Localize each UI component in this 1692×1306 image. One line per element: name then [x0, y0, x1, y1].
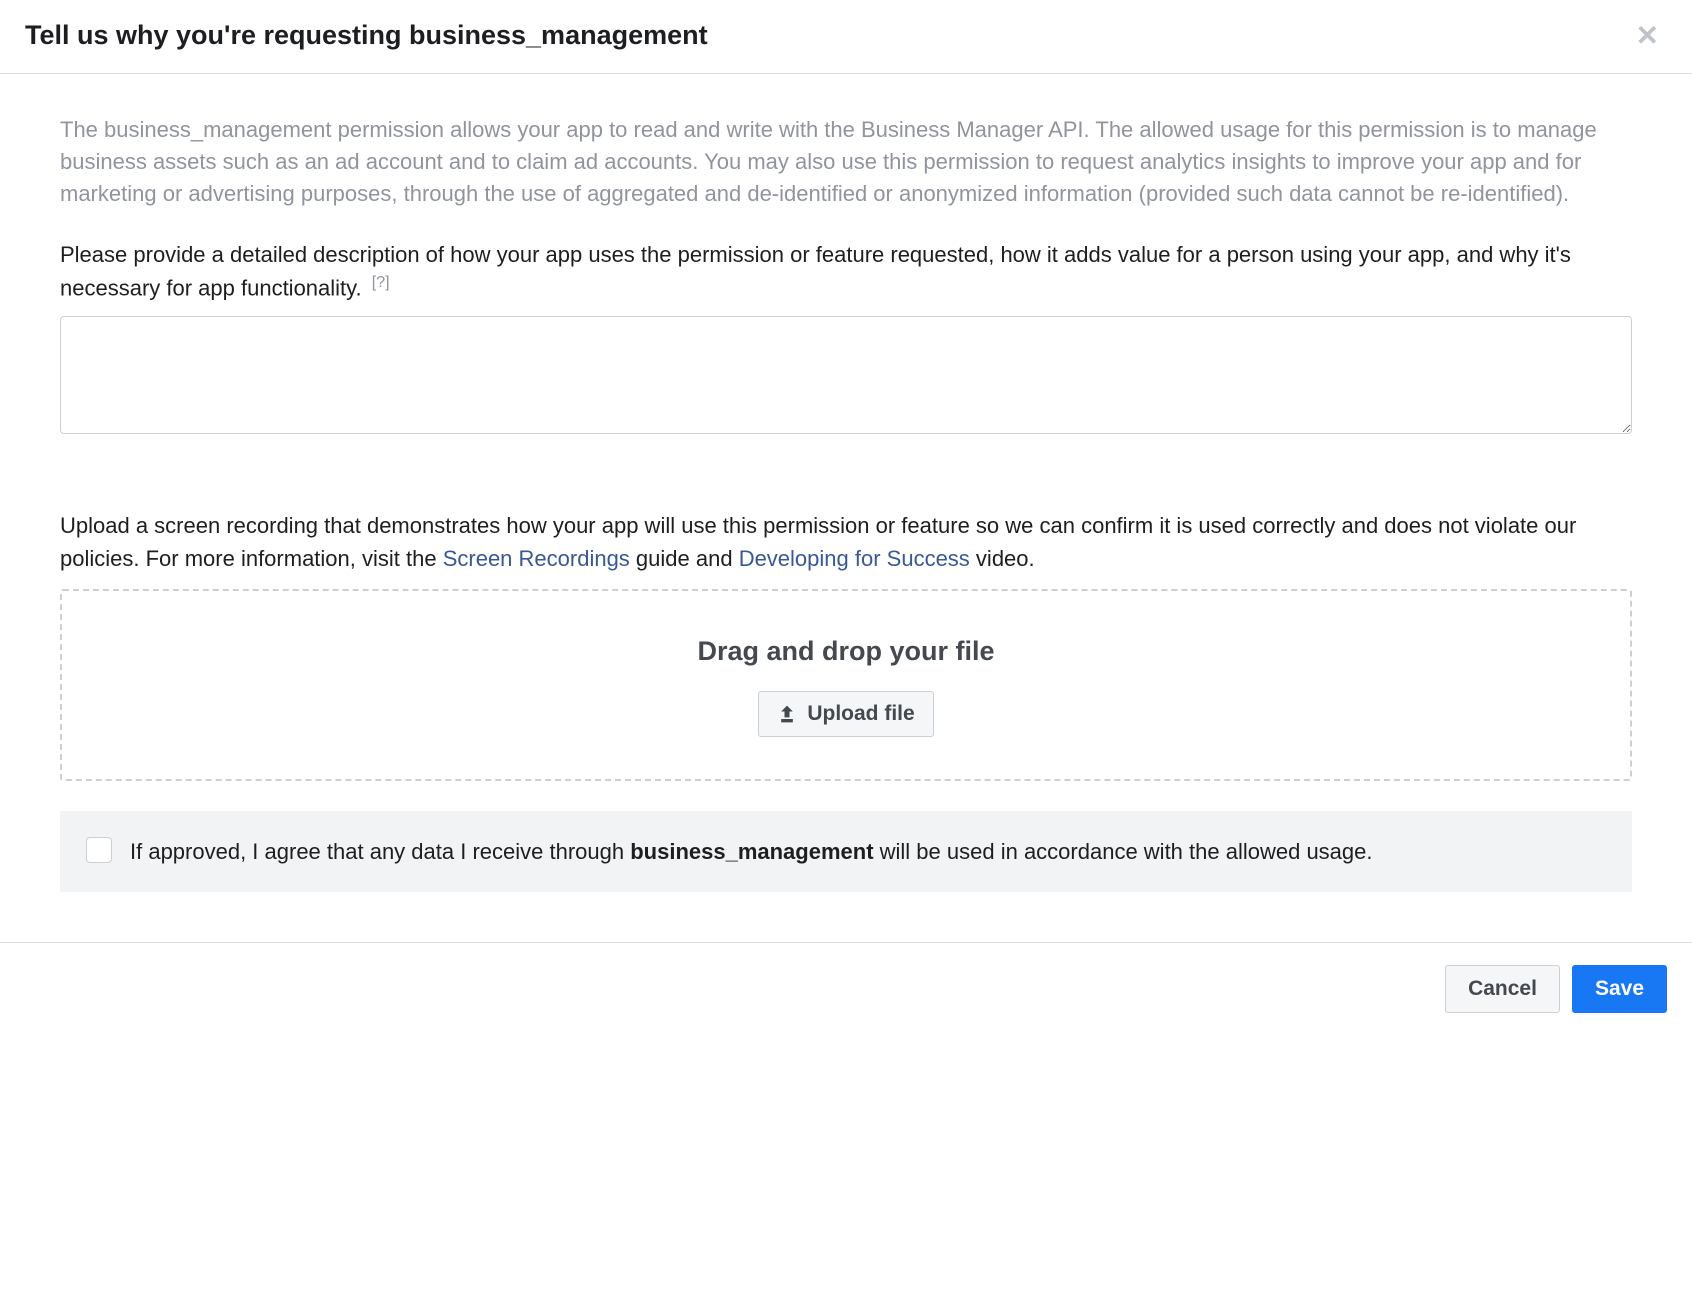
agreement-permission-name: business_management: [630, 839, 873, 864]
dialog-header: Tell us why you're requesting business_m…: [0, 0, 1692, 74]
dialog-body: The business_management permission allow…: [0, 74, 1692, 942]
dialog-footer: Cancel Save: [0, 942, 1692, 1035]
agreement-pre: If approved, I agree that any data I rec…: [130, 839, 630, 864]
detail-instruction-text: Please provide a detailed description of…: [60, 242, 1571, 300]
developing-for-success-link[interactable]: Developing for Success: [739, 546, 970, 571]
permission-description: The business_management permission allow…: [60, 114, 1632, 210]
agreement-text: If approved, I agree that any data I rec…: [130, 835, 1373, 868]
description-textarea[interactable]: [60, 316, 1632, 434]
agreement-post: will be used in accordance with the allo…: [874, 839, 1373, 864]
upload-instruction-mid1: guide and: [630, 546, 739, 571]
close-icon[interactable]: ✕: [1628, 22, 1667, 50]
detail-instruction: Please provide a detailed description of…: [60, 238, 1632, 304]
agreement-checkbox[interactable]: [86, 837, 112, 863]
file-dropzone[interactable]: Drag and drop your file Upload file: [60, 589, 1632, 781]
save-button[interactable]: Save: [1572, 965, 1667, 1013]
upload-file-label: Upload file: [807, 702, 914, 726]
cancel-button[interactable]: Cancel: [1445, 965, 1560, 1013]
help-icon[interactable]: [?]: [372, 274, 390, 291]
permission-request-dialog: Tell us why you're requesting business_m…: [0, 0, 1692, 1035]
upload-instruction-end: video.: [970, 546, 1035, 571]
dialog-title: Tell us why you're requesting business_m…: [25, 20, 708, 51]
screen-recordings-link[interactable]: Screen Recordings: [443, 546, 630, 571]
upload-file-button[interactable]: Upload file: [758, 691, 933, 737]
upload-instruction: Upload a screen recording that demonstra…: [60, 509, 1632, 575]
agreement-box: If approved, I agree that any data I rec…: [60, 811, 1632, 892]
dropzone-title: Drag and drop your file: [82, 636, 1610, 667]
upload-icon: [777, 703, 797, 725]
